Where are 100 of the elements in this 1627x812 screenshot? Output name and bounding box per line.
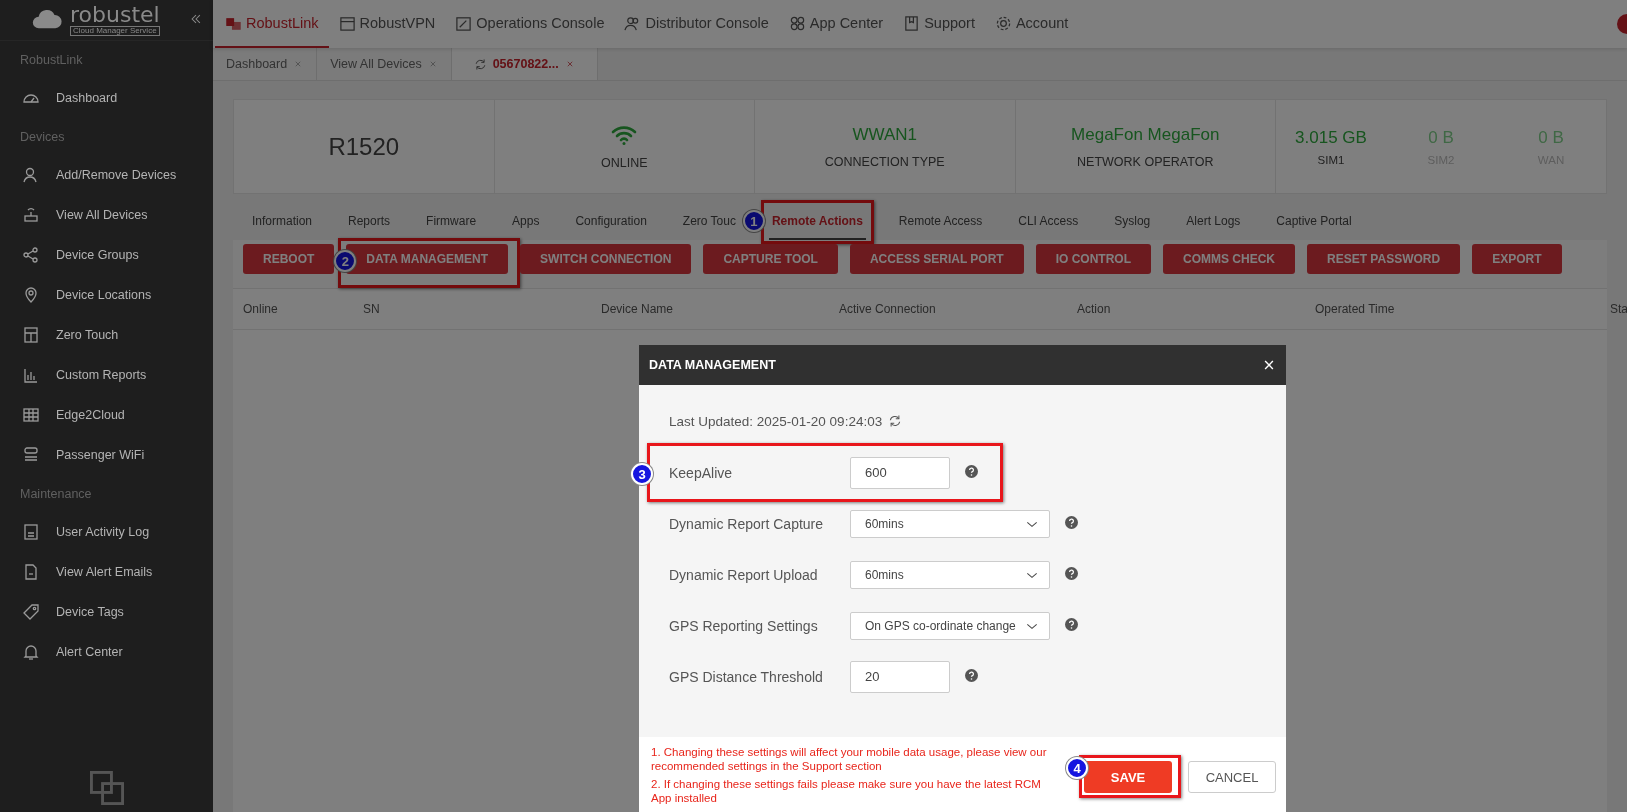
last-updated-text: Last Updated: 2025-01-20 09:24:03 xyxy=(669,413,883,429)
page-tab[interactable]: 05670822... xyxy=(451,48,598,80)
column-header: Operated Time xyxy=(1315,302,1396,316)
sidebar-item[interactable]: Device Locations xyxy=(56,288,152,302)
top-nav-tab[interactable]: Support xyxy=(893,0,985,48)
device-tab[interactable]: Information xyxy=(249,204,316,240)
close-icon xyxy=(1262,358,1276,372)
refresh-icon xyxy=(473,57,487,71)
dropdown-field[interactable]: On GPS co-ordinate change xyxy=(850,611,1050,640)
action-button[interactable]: EXPORT xyxy=(1472,244,1562,274)
operator-value: MegaFon MegaFon xyxy=(1071,124,1220,145)
action-button[interactable]: SWITCH CONNECTION xyxy=(520,244,692,274)
flower-icon xyxy=(788,14,806,32)
connection-label: CONNECTION TYPE xyxy=(824,154,945,169)
router-icon xyxy=(22,206,40,224)
list-icon xyxy=(22,446,40,464)
top-nav-tab[interactable]: Account xyxy=(984,0,1079,48)
sidebar-section-label: Maintenance xyxy=(19,486,93,503)
close-button[interactable] xyxy=(1262,358,1276,372)
sidebar-item[interactable]: Device Groups xyxy=(56,248,139,262)
device-tab[interactable]: Syslog xyxy=(1111,204,1154,240)
action-button[interactable]: RESET PASSWORD xyxy=(1307,244,1461,274)
logo-wordmark: robustel xyxy=(70,4,160,26)
sidebar-item[interactable]: Device Tags xyxy=(56,605,124,619)
action-button[interactable]: IO CONTROL xyxy=(1035,244,1152,274)
action-button[interactable]: REBOOT xyxy=(243,244,335,274)
cancel-button[interactable]: CANCEL xyxy=(1188,761,1276,793)
action-button[interactable]: ACCESS SERIAL PORT xyxy=(849,244,1024,274)
book-icon xyxy=(903,14,921,32)
save-button[interactable]: SAVE xyxy=(1084,761,1172,793)
field-label: Dynamic Report Capture xyxy=(669,515,825,532)
connection-value: WWAN1 xyxy=(852,124,917,145)
input-field[interactable]: 600 xyxy=(850,456,950,489)
top-nav-tab[interactable]: Operations Console xyxy=(445,0,615,48)
usage-label: SIM1 xyxy=(1317,153,1345,166)
field-label: GPS Distance Threshold xyxy=(669,668,824,685)
help-icon[interactable] xyxy=(965,464,978,478)
help-icon[interactable] xyxy=(965,668,978,682)
help-icon[interactable] xyxy=(1065,515,1078,529)
sidebar-item[interactable]: User Activity Log xyxy=(56,525,150,539)
step-number-badge: 2 xyxy=(334,250,357,272)
column-header: Device Name xyxy=(601,302,675,316)
field-label: KeepAlive xyxy=(669,464,734,481)
column-header: Active Connection xyxy=(839,302,937,316)
settings-icon xyxy=(994,14,1012,32)
dropdown-field[interactable]: 60mins xyxy=(850,560,1050,589)
sidebar-item[interactable]: Custom Reports xyxy=(56,368,147,382)
refresh-icon xyxy=(888,414,903,428)
top-nav-tab[interactable]: RobustVPN xyxy=(328,0,446,48)
tag-icon xyxy=(22,603,40,621)
logo-tagline: Cloud Manager Service xyxy=(70,26,160,36)
device-tab[interactable]: Alert Logs xyxy=(1183,204,1244,240)
top-nav-tab[interactable]: App Center xyxy=(778,0,894,48)
device-tab[interactable]: Reports xyxy=(345,204,394,240)
device-tab[interactable]: Apps xyxy=(509,204,543,240)
layout-icon xyxy=(22,326,40,344)
bell-icon xyxy=(22,643,40,661)
sidebar-item[interactable]: View All Devices xyxy=(56,208,148,222)
device-tab[interactable]: Configuration xyxy=(572,204,650,240)
device-tab[interactable]: Captive Portal xyxy=(1273,204,1355,240)
sidebar-item[interactable]: Dashboard xyxy=(56,91,118,105)
vpn-icon xyxy=(338,14,356,32)
help-icon[interactable] xyxy=(1065,617,1078,631)
sidebar-item[interactable]: Alert Center xyxy=(56,645,123,659)
bar-chart-icon xyxy=(22,366,40,384)
device-tab[interactable]: Zero Touc xyxy=(679,204,739,240)
sidebar-item[interactable]: Passenger WiFi xyxy=(56,448,145,462)
input-field[interactable]: 20 xyxy=(850,660,950,693)
sidebar-item[interactable]: View Alert Emails xyxy=(56,565,153,579)
document-icon xyxy=(22,523,40,541)
sidebar-item[interactable]: Zero Touch xyxy=(56,328,119,342)
usage-value: 3.015 GB xyxy=(1295,127,1367,148)
dropdown-field[interactable]: 60mins xyxy=(850,509,1050,538)
dialog-title: DATA MANAGEMENT xyxy=(649,358,776,372)
column-header: Online xyxy=(243,302,279,316)
sidebar-section-label: Devices xyxy=(19,129,66,146)
sidebar-item[interactable]: Add/Remove Devices xyxy=(56,168,177,182)
top-nav-tab[interactable]: Distributor Console xyxy=(614,0,779,48)
device-tab[interactable]: Remote Access xyxy=(895,204,986,240)
help-icon[interactable] xyxy=(1065,566,1078,580)
location-pin-icon xyxy=(22,286,40,304)
action-button[interactable]: COMMS CHECK xyxy=(1163,244,1296,274)
step-number-badge: 1 xyxy=(742,210,765,232)
nodes-icon xyxy=(22,246,40,264)
field-label: Dynamic Report Upload xyxy=(669,566,819,583)
sidebar-section-label: RobustLink xyxy=(19,52,84,69)
device-model: R1520 xyxy=(328,132,400,161)
device-tab[interactable]: Firmware xyxy=(423,204,480,240)
grid-icon xyxy=(22,406,40,424)
warning-note: 2. If changing these settings fails please make sure you have the latest RCM App installed xyxy=(651,777,1042,805)
action-button[interactable]: CAPTURE TOOL xyxy=(703,244,838,274)
usage-value: 0 B xyxy=(1428,127,1454,148)
device-tab[interactable]: CLI Access xyxy=(1015,204,1082,240)
column-header: SN xyxy=(363,302,381,316)
wifi-icon xyxy=(610,123,639,146)
field-label: GPS Reporting Settings xyxy=(669,617,819,634)
operator-label: NETWORK OPERATOR xyxy=(1077,154,1214,169)
document-icon xyxy=(22,563,40,581)
sidebar-item[interactable]: Edge2Cloud xyxy=(56,408,125,422)
step-number-badge: 3 xyxy=(631,463,653,485)
